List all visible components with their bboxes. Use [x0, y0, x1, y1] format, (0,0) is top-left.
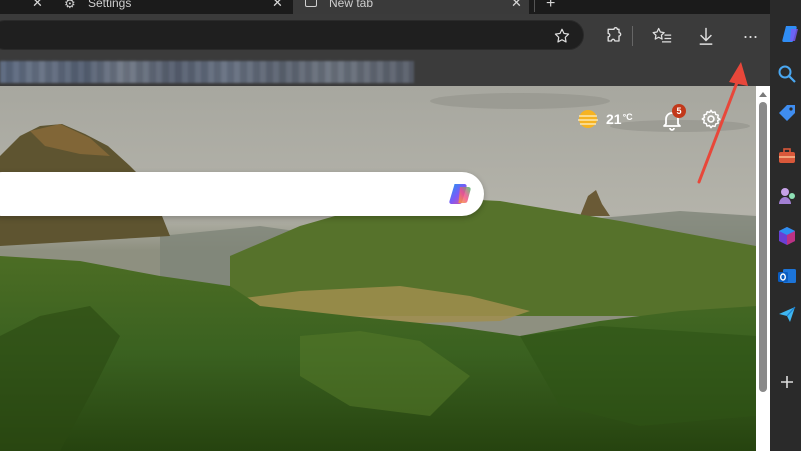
favorites-list-icon: [652, 27, 672, 43]
gear-icon[interactable]: [700, 108, 722, 130]
more-dots-icon: ···: [742, 25, 759, 46]
copilot-icon[interactable]: [780, 24, 800, 44]
close-icon[interactable]: ✕: [511, 0, 522, 11]
address-bar[interactable]: [0, 20, 584, 50]
temperature-value: 21: [606, 111, 622, 127]
edge-sidebar: [770, 0, 801, 451]
weather-widget[interactable]: 21 °C: [576, 108, 633, 130]
toolbox-icon[interactable]: [777, 146, 797, 166]
tab-strip: ✕ ⚙ Settings ✕ New tab ✕ +: [0, 0, 801, 14]
page-icon: [305, 0, 317, 7]
star-icon[interactable]: [553, 27, 571, 45]
favorites-button[interactable]: [648, 22, 676, 50]
outlook-icon[interactable]: [777, 266, 797, 286]
blurred-favorites: [0, 61, 414, 83]
new-tab-page: 21 °C 5: [0, 86, 756, 451]
copilot-icon[interactable]: [446, 180, 474, 208]
close-icon[interactable]: ✕: [32, 0, 43, 11]
close-icon[interactable]: ✕: [272, 0, 283, 11]
downloads-button[interactable]: [692, 22, 720, 50]
search-icon[interactable]: [777, 64, 797, 84]
sun-weather-icon: [578, 110, 598, 128]
browser-window: ✕ ⚙ Settings ✕ New tab ✕ + ··· 21 °C 5: [0, 0, 801, 451]
scroll-thumb[interactable]: [759, 102, 767, 392]
tab-new-tab[interactable]: New tab ✕: [293, 0, 529, 14]
favorites-bar: [0, 58, 780, 86]
plus-icon[interactable]: [777, 372, 797, 392]
notification-badge: 5: [672, 104, 686, 118]
games-icon[interactable]: [777, 186, 797, 206]
tag-icon[interactable]: [777, 103, 797, 123]
settings-and-more-button[interactable]: ···: [736, 22, 764, 50]
search-box[interactable]: [0, 172, 484, 216]
send-icon[interactable]: [777, 304, 797, 324]
gear-icon: ⚙: [64, 0, 76, 11]
toolbar: ···: [0, 14, 780, 58]
toolbar-divider: [632, 26, 633, 46]
scroll-up-icon[interactable]: [758, 90, 768, 98]
extensions-button[interactable]: [600, 22, 628, 50]
tab-settings[interactable]: ⚙ Settings ✕: [52, 0, 292, 14]
tab-label: Settings: [88, 0, 132, 10]
m365-icon[interactable]: [777, 226, 797, 246]
background-landscape-image: [0, 86, 756, 451]
extensions-icon: [607, 27, 622, 42]
tab-previous[interactable]: ✕: [0, 0, 50, 14]
download-icon: [699, 27, 713, 45]
temperature-unit: °C: [622, 112, 633, 122]
tab-divider: [534, 0, 535, 12]
tab-label: New tab: [329, 0, 374, 10]
page-scrollbar[interactable]: [756, 86, 770, 451]
new-tab-plus-icon[interactable]: +: [546, 0, 555, 13]
